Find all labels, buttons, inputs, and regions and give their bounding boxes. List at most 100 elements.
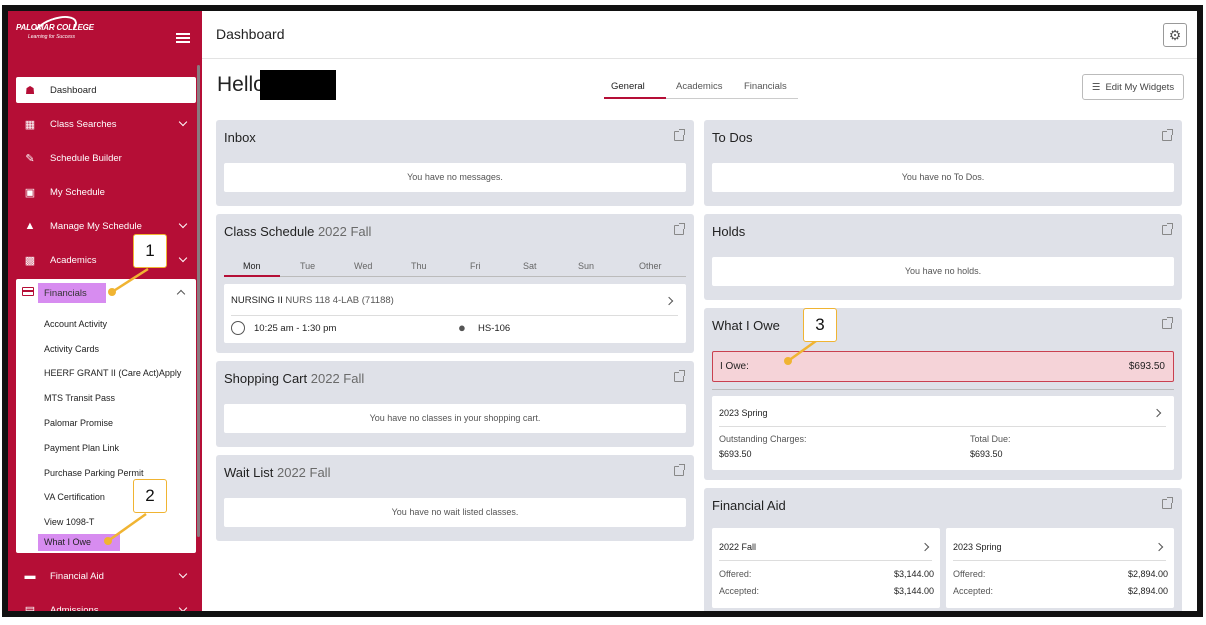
total-due-label: Total Due: <box>970 434 1011 444</box>
dashboard-main: Hello General Academics Financials ☰ Edi… <box>202 59 1197 611</box>
offered-label: Offered: <box>719 569 752 579</box>
day-tab-sun[interactable]: Sun <box>578 261 594 271</box>
aid-term-spring[interactable]: 2023 Spring Offered: $2,894.00 Accepted:… <box>946 528 1174 608</box>
day-tab-thu[interactable]: Thu <box>411 261 427 271</box>
clock-icon <box>231 321 245 335</box>
folder-icon: ▬ <box>24 570 36 582</box>
submenu-va-certification[interactable]: VA Certification <box>44 492 105 502</box>
sidebar-item-label: My Schedule <box>50 186 105 198</box>
day-tab-mon[interactable]: Mon <box>243 261 261 271</box>
inbox-empty: You have no messages. <box>407 172 503 182</box>
tab-academics[interactable]: Academics <box>676 81 722 92</box>
sidebar-item-admissions[interactable]: ▤ Admissions <box>16 597 196 611</box>
edit-widgets-button[interactable]: ☰ Edit My Widgets <box>1082 74 1184 100</box>
owe-amount: $693.50 <box>1128 361 1165 372</box>
sidebar-item-financials[interactable]: Financials <box>38 283 106 303</box>
holds-title: Holds <box>712 224 746 239</box>
sidebar-item-academics[interactable]: ▩ Academics <box>16 247 196 273</box>
callout-3: 3 <box>803 308 837 342</box>
external-link-icon[interactable] <box>674 464 685 476</box>
submenu-mts-transit-pass[interactable]: MTS Transit Pass <box>44 393 115 403</box>
inbox-card: Inbox You have no messages. <box>216 120 694 206</box>
external-link-icon[interactable] <box>1162 317 1173 329</box>
inbox-title: Inbox <box>224 130 256 145</box>
sidebar-item-manage-my-schedule[interactable]: ▲ Manage My Schedule <box>16 213 196 239</box>
sidebar-item-schedule-builder[interactable]: ✎ Schedule Builder <box>16 145 196 171</box>
what-i-owe-title: What I Owe <box>712 318 780 333</box>
chevron-down-icon <box>178 117 188 127</box>
external-link-icon[interactable] <box>1162 223 1173 235</box>
sidebar-item-label: Class Searches <box>50 118 117 130</box>
offered-label: Offered: <box>953 569 986 579</box>
wait-list-card: Wait List 2022 Fall You have no wait lis… <box>216 455 694 541</box>
financials-submenu: Financials Account Activity Activity Car… <box>16 279 196 553</box>
day-tab-other[interactable]: Other <box>639 261 662 271</box>
tab-divider <box>666 98 798 99</box>
chevron-up-icon[interactable] <box>176 289 186 299</box>
app-window: PALOMAR COLLEGE Learning for Success ☗ D… <box>2 5 1203 617</box>
waitlist-empty: You have no wait listed classes. <box>391 507 519 517</box>
submenu-view-1098t[interactable]: View 1098-T <box>44 517 94 527</box>
tab-financials[interactable]: Financials <box>744 81 787 92</box>
external-link-icon[interactable] <box>1162 129 1173 141</box>
todos-title: To Dos <box>712 130 753 145</box>
wait-list-title: Wait List 2022 Fall <box>224 465 331 480</box>
chevron-right-icon <box>920 542 930 552</box>
day-tab-wed[interactable]: Wed <box>354 261 372 271</box>
offered-value: $3,144.00 <box>893 569 934 579</box>
sidebar-item-my-schedule[interactable]: ▣ My Schedule <box>16 179 196 205</box>
holds-empty: You have no holds. <box>904 266 982 276</box>
owe-term: 2023 Spring <box>719 408 768 418</box>
submenu-heerf-grant[interactable]: HEERF GRANT II (Care Act)Apply <box>44 368 181 378</box>
owe-term-row[interactable]: 2023 Spring Outstanding Charges: $693.50… <box>712 396 1174 470</box>
sidebar-item-label: Dashboard <box>50 84 97 96</box>
external-link-icon[interactable] <box>1162 497 1173 509</box>
top-bar: Dashboard ⚙ <box>202 11 1197 59</box>
graduation-cap-icon: ▲ <box>24 220 36 232</box>
sidebar-scrollbar[interactable] <box>197 65 200 537</box>
aid-term-fall[interactable]: 2022 Fall Offered: $3,144.00 Accepted: $… <box>712 528 940 608</box>
owe-summary: I Owe: $693.50 <box>712 351 1174 382</box>
callout-1: 1 <box>133 234 167 268</box>
chevron-down-icon <box>178 253 188 263</box>
external-link-icon[interactable] <box>674 223 685 235</box>
sidebar-item-financial-aid[interactable]: ▬ Financial Aid <box>16 563 196 589</box>
todos-card: To Dos You have no To Dos. <box>704 120 1182 206</box>
class-row[interactable]: NURSING II NURS 118 4-LAB (71188) 10:25 … <box>224 284 686 343</box>
day-tab-sat[interactable]: Sat <box>523 261 537 271</box>
todos-empty: You have no To Dos. <box>901 172 985 182</box>
document-icon: ▩ <box>24 254 36 267</box>
external-link-icon[interactable] <box>674 370 685 382</box>
course-name: NURSING II NURS 118 4-LAB (71188) <box>231 295 394 306</box>
submenu-activity-cards[interactable]: Activity Cards <box>44 344 99 354</box>
day-tab-tue[interactable]: Tue <box>300 261 315 271</box>
submenu-palomar-promise[interactable]: Palomar Promise <box>44 418 113 428</box>
day-tab-fri[interactable]: Fri <box>470 261 481 271</box>
external-link-icon[interactable] <box>674 129 685 141</box>
sidebar-item-class-searches[interactable]: ▦ Class Searches <box>16 111 196 137</box>
submenu-account-activity[interactable]: Account Activity <box>44 319 107 329</box>
outstanding-charges-value: $693.50 <box>719 449 752 459</box>
location-pin-icon: ● <box>458 320 466 335</box>
logo-tagline: Learning for Success <box>28 34 75 40</box>
class-schedule-title: Class Schedule 2022 Fall <box>224 224 372 239</box>
palomar-logo[interactable]: PALOMAR COLLEGE Learning for Success <box>14 11 124 48</box>
sidebar-item-dashboard[interactable]: ☗ Dashboard <box>16 77 196 103</box>
submenu-payment-plan-link[interactable]: Payment Plan Link <box>44 443 119 453</box>
accepted-value: $3,144.00 <box>893 586 934 596</box>
callout-2: 2 <box>133 479 167 513</box>
chevron-right-icon <box>1154 542 1164 552</box>
submenu-what-i-owe[interactable]: What I Owe <box>38 534 120 551</box>
gear-icon[interactable]: ⚙ <box>1163 23 1187 47</box>
logo-text: PALOMAR COLLEGE <box>16 23 94 32</box>
hamburger-menu-icon[interactable] <box>176 33 190 43</box>
class-room: HS-106 <box>478 323 511 334</box>
owe-label: I Owe: <box>720 361 749 372</box>
holds-card: Holds You have no holds. <box>704 214 1182 300</box>
class-schedule-card: Class Schedule 2022 Fall Mon Tue Wed Thu… <box>216 214 694 353</box>
tab-general[interactable]: General <box>611 81 645 92</box>
submenu-purchase-parking-permit[interactable]: Purchase Parking Permit <box>44 468 144 478</box>
shopping-cart-card: Shopping Cart 2022 Fall You have no clas… <box>216 361 694 447</box>
accepted-label: Accepted: <box>719 586 760 596</box>
day-divider <box>280 276 686 277</box>
